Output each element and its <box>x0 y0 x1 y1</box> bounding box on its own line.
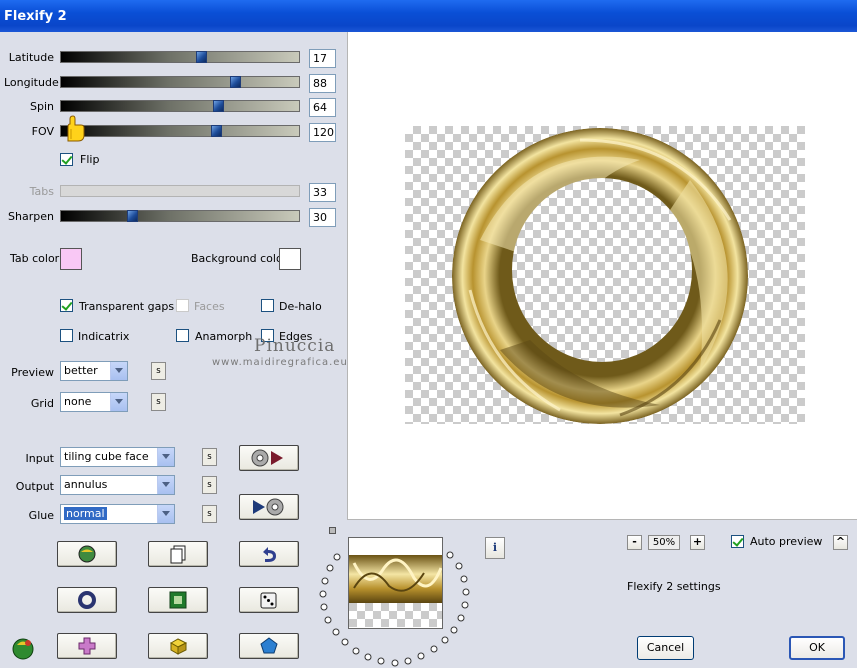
zoom-in-button[interactable]: + <box>690 535 705 550</box>
spin-slider[interactable] <box>60 100 300 112</box>
fov-slider[interactable] <box>60 125 300 137</box>
gold-ring-preview <box>452 128 748 424</box>
fov-label: FOV <box>31 125 54 138</box>
chevron-down-icon <box>157 505 174 523</box>
cube-button[interactable] <box>148 633 208 659</box>
output-select[interactable]: annulus <box>60 475 175 495</box>
grid-s-button[interactable]: s <box>151 393 166 411</box>
transparent-gaps-checkbox[interactable] <box>60 299 73 312</box>
flip-checkbox[interactable] <box>60 153 73 166</box>
chevron-down-icon <box>110 393 127 411</box>
faces-label: Faces <box>194 300 225 313</box>
transparent-gaps-label: Transparent gaps <box>79 300 175 313</box>
square-button[interactable] <box>148 587 208 613</box>
cube-icon <box>169 638 188 655</box>
background-color-label: Background color <box>191 252 288 265</box>
fov-value[interactable]: 120 <box>309 123 336 142</box>
dehalo-checkbox[interactable] <box>261 299 274 312</box>
cross-icon <box>78 637 96 655</box>
input-select[interactable]: tiling cube face <box>60 447 175 467</box>
indicatrix-label: Indicatrix <box>78 330 130 343</box>
preview-s-button[interactable]: s <box>151 362 166 380</box>
longitude-value[interactable]: 88 <box>309 74 336 93</box>
preview-quality-label: Preview <box>11 366 54 379</box>
spin-label: Spin <box>30 100 54 113</box>
copy-button[interactable] <box>148 541 208 567</box>
watermark-url: www.maidiregrafica.eu <box>212 357 348 368</box>
preview-quality-select[interactable]: better <box>60 361 128 381</box>
sharpen-value[interactable]: 30 <box>309 208 336 227</box>
settings-title: Flexify 2 settings <box>627 580 721 593</box>
tabs-slider[interactable] <box>60 185 300 197</box>
sharpen-label: Sharpen <box>8 210 54 223</box>
longitude-label: Longitude <box>4 76 59 89</box>
spin-thumb[interactable] <box>213 100 224 112</box>
grid-label: Grid <box>30 397 54 410</box>
ring-icon <box>78 591 96 609</box>
chevron-down-icon <box>110 362 127 380</box>
window-title: Flexify 2 <box>0 0 857 32</box>
zoom-level: 50% <box>648 535 680 550</box>
plugin-logo-icon[interactable] <box>10 635 36 661</box>
pentagon-button[interactable] <box>239 633 299 659</box>
sharpen-slider[interactable] <box>60 210 300 222</box>
disc-to-play-icon <box>251 449 283 467</box>
tabs-value[interactable]: 33 <box>309 183 336 202</box>
watermark-name: Pinuccia <box>254 336 336 356</box>
collapse-button[interactable]: ^ <box>833 535 848 550</box>
cross-button[interactable] <box>57 633 117 659</box>
info-button[interactable]: i <box>485 537 505 559</box>
input-s-button[interactable]: s <box>202 448 217 466</box>
zoom-out-button[interactable]: - <box>627 535 642 550</box>
latitude-value[interactable]: 17 <box>309 49 336 68</box>
chevron-down-icon <box>157 476 174 494</box>
play-to-disc-icon <box>253 498 284 516</box>
background-color-swatch[interactable] <box>279 248 301 270</box>
output-label: Output <box>15 480 54 493</box>
auto-preview-checkbox[interactable] <box>731 535 744 548</box>
chevron-down-icon <box>157 448 174 466</box>
globe-icon <box>78 545 96 563</box>
grid-select[interactable]: none <box>60 392 128 412</box>
glue-select[interactable]: normal <box>60 504 175 524</box>
anamorph-checkbox[interactable] <box>176 329 189 342</box>
longitude-slider[interactable] <box>60 76 300 88</box>
randomize-button[interactable] <box>57 541 117 567</box>
ring-button[interactable] <box>57 587 117 613</box>
output-s-button[interactable]: s <box>202 476 217 494</box>
ok-button[interactable]: OK <box>789 636 845 660</box>
pentagon-icon <box>260 637 278 654</box>
input-label: Input <box>25 452 54 465</box>
tab-color-swatch[interactable] <box>60 248 82 270</box>
anamorph-label: Anamorph <box>195 330 253 343</box>
undo-button[interactable] <box>239 541 299 567</box>
longitude-thumb[interactable] <box>230 76 241 88</box>
fov-thumb[interactable] <box>211 125 222 137</box>
source-thumbnail <box>348 537 443 629</box>
dehalo-label: De-halo <box>279 300 322 313</box>
flip-label: Flip <box>80 153 100 166</box>
spin-value[interactable]: 64 <box>309 98 336 117</box>
square-icon <box>169 591 187 609</box>
tab-color-label: Tab color <box>10 252 60 265</box>
latitude-thumb[interactable] <box>196 51 207 63</box>
undo-icon <box>263 547 276 562</box>
latitude-label: Latitude <box>8 51 54 64</box>
latitude-slider[interactable] <box>60 51 300 63</box>
copy-pages-icon <box>170 545 186 564</box>
auto-preview-label: Auto preview <box>750 535 823 548</box>
cancel-button[interactable]: Cancel <box>637 636 694 660</box>
save-output-button[interactable] <box>239 494 299 520</box>
glue-s-button[interactable]: s <box>202 505 217 523</box>
random-dice-button[interactable] <box>239 587 299 613</box>
load-input-button[interactable] <box>239 445 299 471</box>
sharpen-thumb[interactable] <box>127 210 138 222</box>
glue-label: Glue <box>28 509 54 522</box>
dice-icon <box>260 592 277 609</box>
faces-checkbox[interactable] <box>176 299 189 312</box>
tabs-label: Tabs <box>29 185 54 198</box>
hand-pointer-icon <box>67 115 85 142</box>
indicatrix-checkbox[interactable] <box>60 329 73 342</box>
